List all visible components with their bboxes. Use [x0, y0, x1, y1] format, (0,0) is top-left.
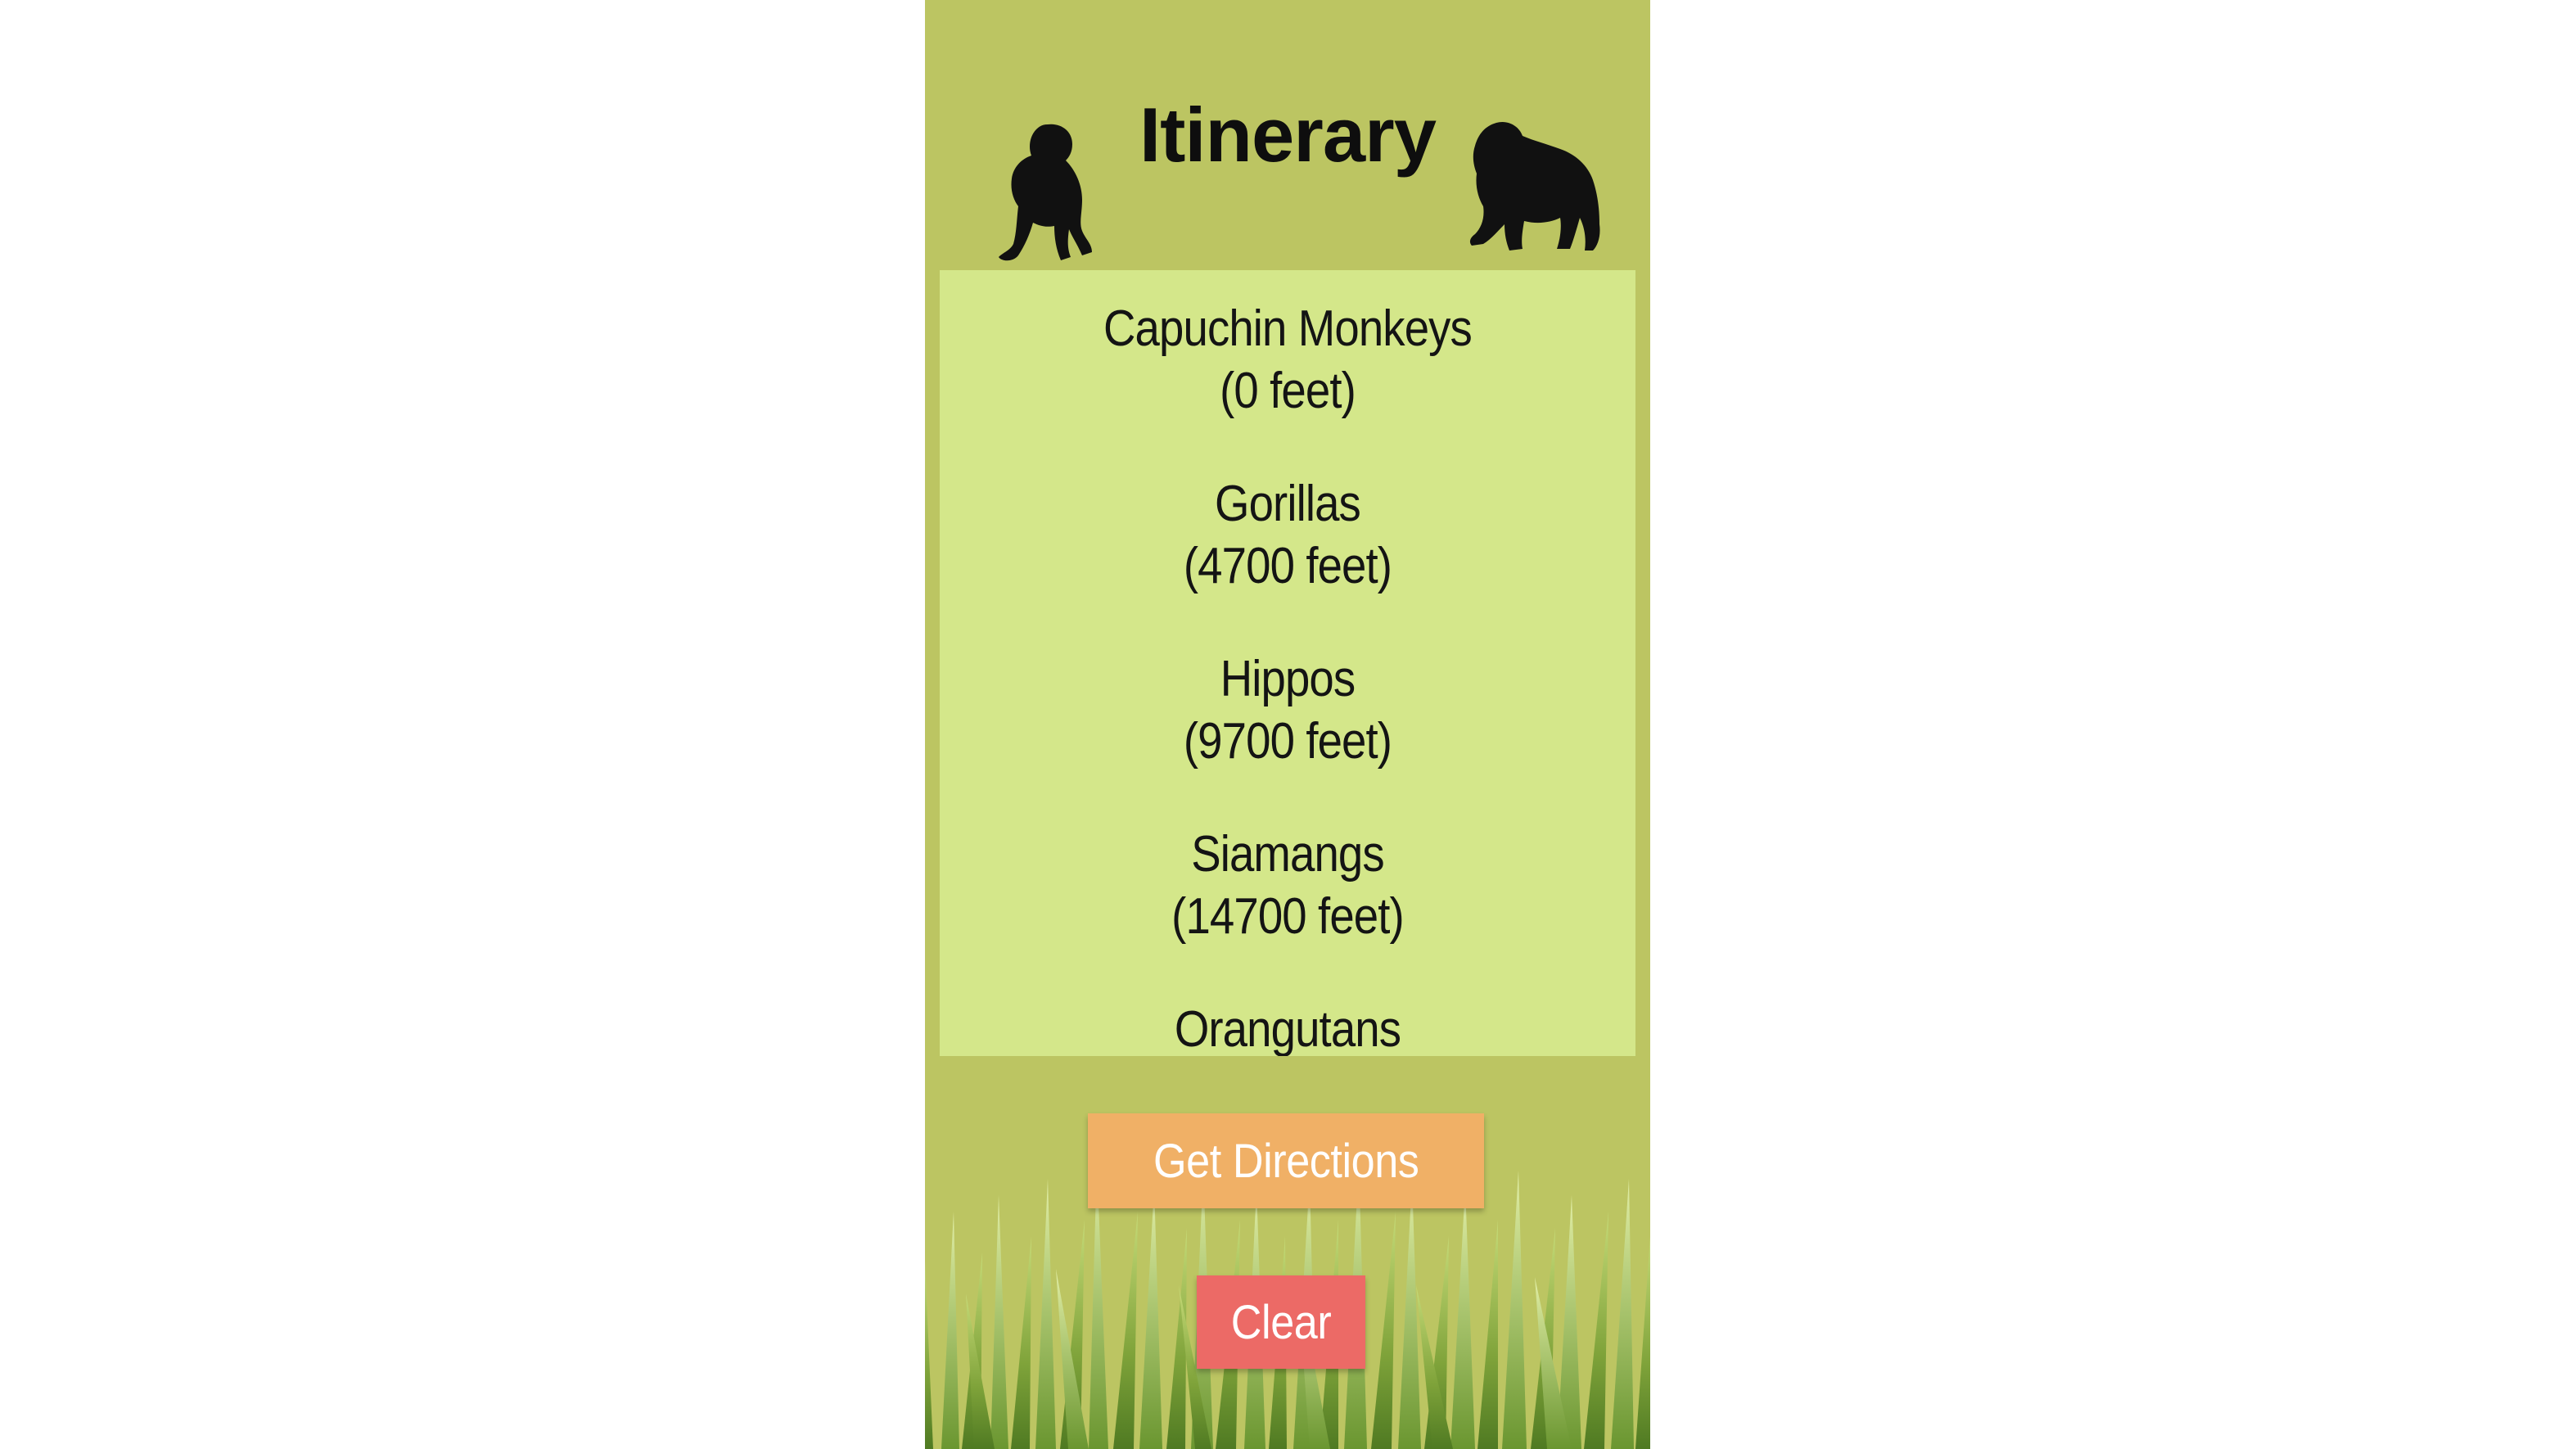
list-item[interactable]: Hippos (9700 feet) [940, 648, 1635, 773]
exhibit-name: Capuchin Monkeys [1103, 300, 1473, 357]
exhibit-name: Hippos [1220, 651, 1356, 707]
exhibit-name: Siamangs [1191, 826, 1384, 882]
exhibit-distance: (4700 feet) [1183, 538, 1392, 594]
exhibit-distance: (0 feet) [1220, 363, 1356, 419]
itinerary-list-panel[interactable]: Capuchin Monkeys (0 feet) Gorillas (4700… [940, 270, 1635, 1056]
exhibit-distance: (14700 feet) [1171, 888, 1405, 945]
itinerary-list: Capuchin Monkeys (0 feet) Gorillas (4700… [940, 270, 1635, 1056]
gorilla-silhouette-icon [1469, 121, 1600, 251]
list-item[interactable]: Siamangs (14700 feet) [940, 824, 1635, 948]
exhibit-name: Gorillas [1215, 476, 1361, 532]
get-directions-button[interactable]: Get Directions [1088, 1113, 1484, 1208]
clear-button[interactable]: Clear [1197, 1275, 1365, 1369]
exhibit-name: Orangutans [1174, 1001, 1401, 1056]
list-item[interactable]: Gorillas (4700 feet) [940, 473, 1635, 598]
list-item[interactable]: Orangutans [940, 999, 1635, 1056]
exhibit-distance: (9700 feet) [1183, 713, 1392, 770]
clear-label: Clear [1230, 1295, 1332, 1349]
list-item[interactable]: Capuchin Monkeys (0 feet) [940, 298, 1635, 422]
app-screen: Itinerary Capuchin Monkeys (0 feet) Gori… [925, 0, 1650, 1449]
get-directions-label: Get Directions [1153, 1134, 1419, 1188]
